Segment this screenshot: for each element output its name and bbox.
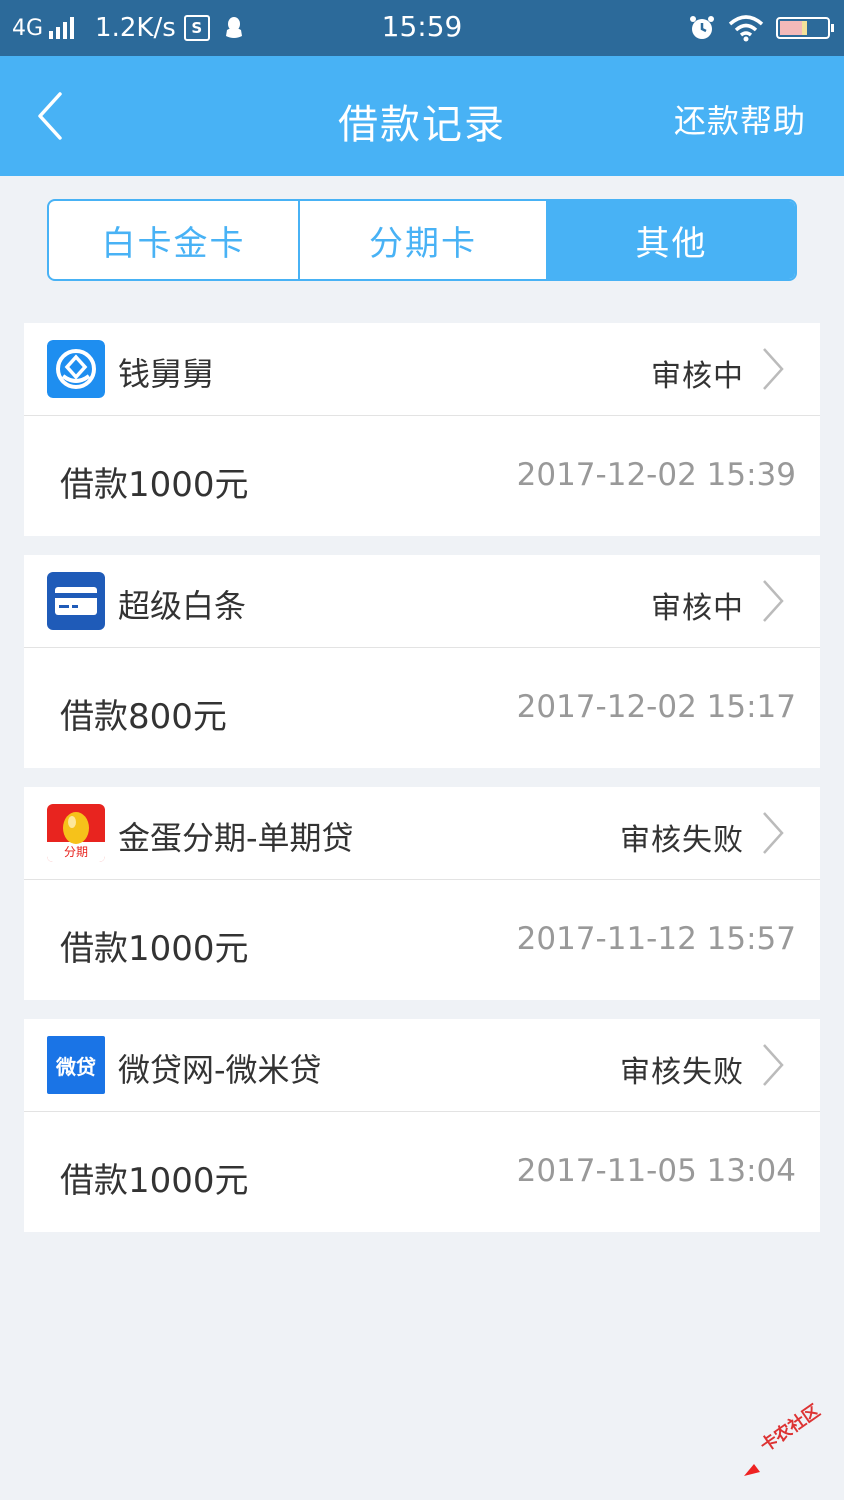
watermark-logo: 卡农社区: [736, 1401, 836, 1484]
loan-record-card: 钱舅舅 审核中 借款1000元 2017-12-02 15:39: [24, 323, 820, 536]
category-tabs: 白卡金卡 分期卡 其他: [47, 199, 797, 281]
loan-amount: 借款1000元: [60, 465, 249, 505]
loan-amount: 借款1000元: [60, 1161, 249, 1201]
alarm-icon: [690, 16, 714, 39]
app-name: 微贷网-微米贷: [118, 1051, 322, 1089]
app-name: 超级白条: [118, 587, 247, 625]
status-bar-right: [688, 12, 834, 44]
chevron-right-icon: [763, 580, 784, 622]
chevron-right-icon: [763, 812, 784, 854]
status-badge: 审核中: [651, 591, 744, 626]
wifi-icon: [728, 15, 764, 42]
loan-record-card: 超级白条 审核中 借款800元 2017-12-02 15:17: [24, 555, 820, 768]
app-name: 钱舅舅: [118, 355, 215, 393]
loan-amount: 借款800元: [60, 697, 227, 737]
logo-text: 微贷: [56, 1054, 96, 1079]
app-name: 金蛋分期-单期贷: [118, 819, 354, 857]
card-logo-icon: [47, 572, 105, 630]
record-time: 2017-11-05 13:04: [516, 1153, 796, 1189]
status-badge: 审核失败: [620, 1055, 744, 1090]
qianjiujiu-logo-icon: [47, 340, 105, 398]
tab-white-gold-card[interactable]: 白卡金卡: [49, 201, 300, 279]
loan-amount: 借款1000元: [60, 929, 249, 969]
logo-text: 分期: [63, 845, 88, 859]
tab-installment-card[interactable]: 分期卡: [300, 201, 546, 279]
status-badge: 审核中: [651, 359, 744, 394]
record-time: 2017-12-02 15:39: [516, 457, 796, 493]
status-bar: 4G 1.2K/s S 15:59: [0, 0, 844, 56]
record-header[interactable]: 分期 金蛋分期-单期贷 审核失败: [24, 787, 820, 880]
weidai-logo-icon: 微贷: [47, 1036, 105, 1094]
record-time: 2017-11-12 15:57: [516, 921, 796, 957]
record-time: 2017-12-02 15:17: [516, 689, 796, 725]
record-header[interactable]: 钱舅舅 审核中: [24, 323, 820, 416]
loan-record-card: 微贷 微贷网-微米贷 审核失败 借款1000元 2017-11-05 13:04: [24, 1019, 820, 1232]
chevron-right-icon: [763, 1044, 784, 1086]
status-badge: 审核失败: [620, 823, 744, 858]
nav-header: 借款记录 还款帮助: [0, 56, 844, 176]
golden-egg-logo-icon: 分期: [47, 804, 105, 862]
record-header[interactable]: 超级白条 审核中: [24, 555, 820, 648]
chevron-right-icon: [763, 348, 784, 390]
repay-help-button[interactable]: 还款帮助: [674, 96, 806, 142]
tab-other[interactable]: 其他: [546, 201, 795, 279]
loan-record-card: 分期 金蛋分期-单期贷 审核失败 借款1000元 2017-11-12 15:5…: [24, 787, 820, 1000]
record-header[interactable]: 微贷 微贷网-微米贷 审核失败: [24, 1019, 820, 1112]
battery-icon: [776, 17, 834, 39]
